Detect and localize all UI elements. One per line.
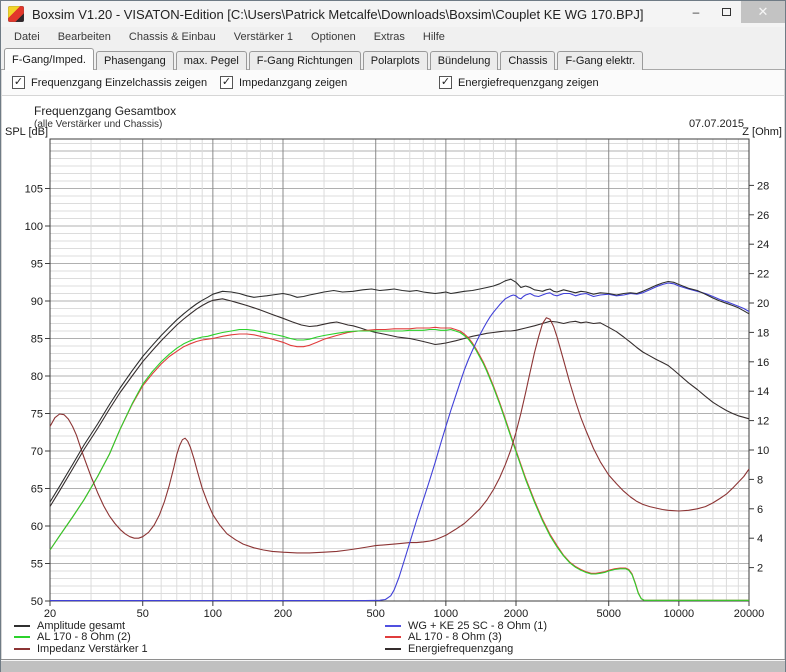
title-bar: Boxsim V1.20 - VISATON-Edition [C:\Users…: [1, 1, 785, 27]
svg-text:100: 100: [204, 608, 222, 620]
svg-text:20: 20: [757, 298, 769, 310]
svg-text:65: 65: [31, 484, 43, 496]
legend-item-impedanz-verstaerker-1: Impedanz Verstärker 1: [2, 643, 385, 655]
svg-text:60: 60: [31, 521, 43, 533]
legend-item-al170-3: AL 170 - 8 Ohm (3): [385, 631, 502, 643]
svg-text:20: 20: [44, 608, 56, 620]
minimize-button[interactable]: –: [681, 1, 711, 23]
svg-text:8: 8: [757, 474, 763, 486]
svg-text:6: 6: [757, 504, 763, 516]
svg-text:10: 10: [757, 445, 769, 457]
svg-text:50: 50: [137, 608, 149, 620]
chart-legend: Amplitude gesamt WG + KE 25 SC - 8 Ohm (…: [2, 620, 786, 655]
menu-item-hilfe[interactable]: Hilfe: [414, 29, 454, 45]
menu-item-datei[interactable]: Datei: [5, 29, 49, 45]
tab-chassis[interactable]: Chassis: [500, 51, 556, 70]
legend-line-swatch: [14, 647, 30, 650]
svg-text:200: 200: [274, 608, 292, 620]
chart-panel: 50 55 60 65 70 75 80 85 90 95 100 105 2 4 6 8 10 12 14 16 18…: [1, 96, 785, 659]
svg-text:24: 24: [757, 239, 769, 251]
legend-item-wg-ke25: WG + KE 25 SC - 8 Ohm (1): [385, 620, 547, 632]
checkbox-frequenzgang-einzelchassis[interactable]: ✓ Frequenzgang Einzelchassis zeigen: [12, 76, 220, 89]
checkbox-icon[interactable]: ✓: [439, 76, 452, 89]
menu-item-bearbeiten[interactable]: Bearbeiten: [49, 29, 120, 45]
svg-text:16: 16: [757, 357, 769, 369]
svg-text:2000: 2000: [504, 608, 528, 620]
checkbox-energiefrequenzgang[interactable]: ✓ Energiefrequenzgang zeigen: [439, 76, 599, 89]
svg-text:75: 75: [31, 409, 43, 421]
svg-text:4: 4: [757, 533, 763, 545]
window-controls: – ✕: [681, 1, 785, 27]
legend-line-swatch: [385, 624, 401, 627]
svg-text:55: 55: [31, 559, 43, 571]
checkbox-toolbar: ✓ Frequenzgang Einzelchassis zeigen ✓ Im…: [1, 70, 785, 96]
checkbox-icon[interactable]: ✓: [12, 76, 25, 89]
chart-title: Frequenzgang Gesamtbox: [34, 104, 177, 118]
tab-fgang-elektr[interactable]: F-Gang elektr.: [557, 51, 644, 70]
svg-text:50: 50: [31, 596, 43, 608]
svg-text:105: 105: [25, 184, 43, 196]
svg-text:70: 70: [31, 446, 43, 458]
legend-line-swatch: [14, 624, 30, 627]
svg-text:100: 100: [25, 221, 43, 233]
legend-line-swatch: [385, 636, 401, 639]
legend-line-swatch: [14, 636, 30, 639]
svg-text:14: 14: [757, 386, 769, 398]
legend-item-amplitude-gesamt: Amplitude gesamt: [2, 620, 385, 632]
svg-text:500: 500: [367, 608, 385, 620]
close-button[interactable]: ✕: [741, 1, 785, 23]
y-right-axis-label: Z [Ohm]: [742, 126, 782, 138]
menu-bar: Datei Bearbeiten Chassis & Einbau Verstä…: [1, 27, 785, 46]
svg-text:12: 12: [757, 416, 769, 428]
checkbox-impedanzgang[interactable]: ✓ Impedanzgang zeigen: [220, 76, 439, 89]
tab-bar: F-Gang/Imped. Phasengang max. Pegel F-Ga…: [1, 46, 785, 70]
tab-fgang-imped[interactable]: F-Gang/Imped.: [4, 48, 94, 70]
status-bar: [1, 659, 785, 672]
svg-text:5000: 5000: [596, 608, 620, 620]
chart-subtitle: (alle Verstärker und Chassis): [34, 119, 163, 130]
svg-text:22: 22: [757, 269, 769, 281]
svg-text:80: 80: [31, 371, 43, 383]
tab-polarplots[interactable]: Polarplots: [362, 51, 428, 70]
app-window: Boxsim V1.20 - VISATON-Edition [C:\Users…: [0, 0, 786, 672]
checkbox-label: Impedanzgang zeigen: [239, 76, 348, 89]
legend-item-energiefrequenzgang: Energiefrequenzgang: [385, 643, 513, 655]
checkbox-icon[interactable]: ✓: [220, 76, 233, 89]
svg-text:85: 85: [31, 334, 43, 346]
tab-max-pegel[interactable]: max. Pegel: [175, 51, 247, 70]
tab-fgang-richtungen[interactable]: F-Gang Richtungen: [248, 51, 361, 70]
menu-item-verstaerker-1[interactable]: Verstärker 1: [225, 29, 302, 45]
checkbox-label: Energiefrequenzgang zeigen: [458, 76, 599, 89]
svg-text:18: 18: [757, 327, 769, 339]
maximize-button[interactable]: [711, 1, 741, 23]
chart-date: 07.07.2015: [688, 118, 744, 130]
svg-text:2: 2: [757, 563, 763, 575]
frequency-response-chart: 5055606570758085909510010524681012141618…: [25, 138, 769, 620]
tab-buendelung[interactable]: Bündelung: [429, 51, 499, 70]
tab-phasengang[interactable]: Phasengang: [95, 51, 174, 70]
window-title: Boxsim V1.20 - VISATON-Edition [C:\Users…: [32, 6, 644, 22]
legend-line-swatch: [385, 647, 401, 650]
app-icon: [8, 6, 24, 22]
svg-text:20000: 20000: [734, 608, 765, 620]
close-icon: ✕: [757, 4, 769, 19]
maximize-icon: [721, 8, 731, 16]
svg-text:26: 26: [757, 210, 769, 222]
menu-item-optionen[interactable]: Optionen: [302, 29, 365, 45]
svg-text:10000: 10000: [664, 608, 695, 620]
svg-text:28: 28: [757, 180, 769, 192]
legend-item-al170-2: AL 170 - 8 Ohm (2): [2, 631, 385, 643]
svg-text:1000: 1000: [434, 608, 458, 620]
menu-item-extras[interactable]: Extras: [365, 29, 414, 45]
menu-item-chassis-einbau[interactable]: Chassis & Einbau: [120, 29, 225, 45]
svg-text:90: 90: [31, 296, 43, 308]
checkbox-label: Frequenzgang Einzelchassis zeigen: [31, 76, 208, 89]
y-left-axis-label: SPL [dB]: [5, 126, 49, 138]
svg-text:95: 95: [31, 259, 43, 271]
